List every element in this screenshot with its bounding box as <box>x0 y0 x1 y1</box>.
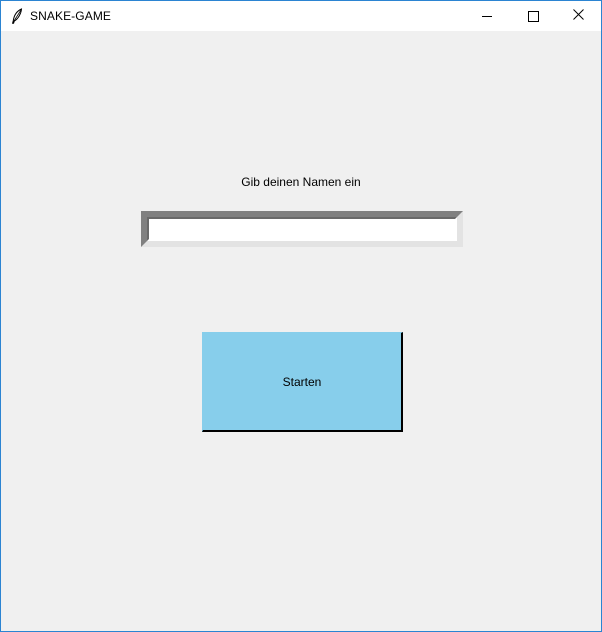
minimize-button[interactable] <box>464 1 510 31</box>
name-entry-frame <box>141 211 463 247</box>
maximize-button[interactable] <box>510 1 556 31</box>
maximize-icon <box>527 10 539 22</box>
title-bar[interactable]: SNAKE-GAME <box>1 1 601 31</box>
name-prompt-label: Gib deinen Namen ein <box>241 175 361 189</box>
start-button-label: Starten <box>282 374 322 389</box>
close-icon <box>572 7 584 25</box>
minimize-icon <box>482 15 492 17</box>
window-title: SNAKE-GAME <box>30 9 112 23</box>
name-input[interactable] <box>149 219 455 239</box>
feather-icon <box>10 8 24 24</box>
main-content: Gib deinen Namen ein Starten <box>1 31 601 631</box>
name-entry-border <box>147 217 457 241</box>
app-window: SNAKE-GAME Gib deinen Namen ein Starten <box>0 0 602 632</box>
start-button[interactable]: Starten <box>202 332 403 432</box>
close-button[interactable] <box>555 1 601 31</box>
